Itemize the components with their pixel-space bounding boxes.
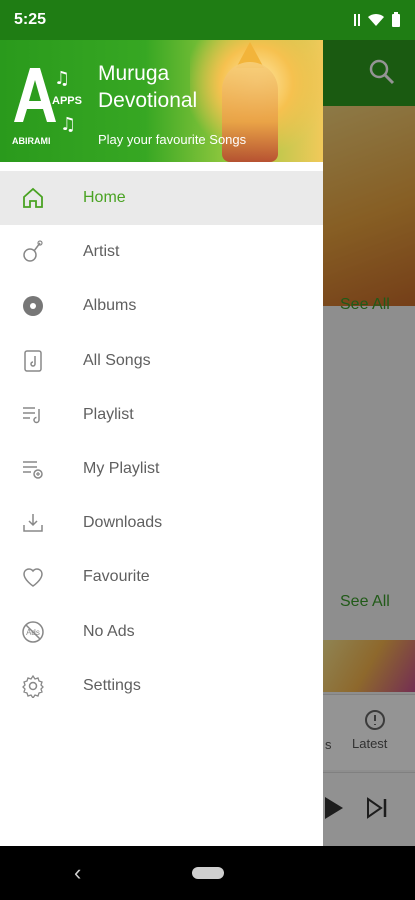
drawer-item-no-ads[interactable]: Ads No Ads (0, 605, 323, 659)
drawer-item-my-playlist[interactable]: My Playlist (0, 442, 323, 496)
drawer-item-label: Artist (83, 243, 120, 261)
drawer-item-favourite[interactable]: Favourite (0, 550, 323, 604)
system-icons (353, 12, 401, 28)
drawer-item-label: Albums (83, 297, 137, 315)
drawer-item-home[interactable]: Home (0, 171, 323, 226)
app-title: Muruga Devotional (98, 62, 198, 112)
artist-icon (20, 239, 46, 265)
download-icon (20, 510, 46, 536)
drawer-item-label: My Playlist (83, 460, 160, 478)
data-arrows-icon (354, 14, 360, 26)
drawer-item-label: No Ads (83, 622, 135, 640)
status-bar: 5:25 (0, 0, 415, 40)
logo-text-bottom: ABIRAMI (12, 136, 51, 146)
song-icon (20, 348, 46, 374)
svg-text:♫: ♫ (60, 114, 76, 135)
drawer-item-all-songs[interactable]: All Songs (0, 334, 323, 388)
wifi-icon (368, 13, 384, 26)
drawer-menu: Home Artist Albums All Songs Playlist My… (0, 171, 323, 713)
drawer-header: ABIRAMI APPS ♫ ♫ Muruga Devotional Play … (0, 40, 323, 162)
back-icon[interactable]: ‹ (74, 860, 81, 886)
svg-text:♫: ♫ (54, 68, 70, 89)
home-icon (20, 185, 46, 211)
app-subtitle: Play your favourite Songs (98, 132, 247, 147)
status-time: 5:25 (14, 11, 47, 28)
drawer-item-label: Playlist (83, 405, 134, 423)
no-ads-icon: Ads (20, 619, 46, 645)
home-pill-button[interactable] (192, 867, 224, 879)
drawer-item-downloads[interactable]: Downloads (0, 496, 323, 550)
drawer-item-settings[interactable]: Settings (0, 659, 323, 713)
playlist-icon (20, 402, 46, 428)
drawer-item-label: Settings (83, 676, 141, 694)
navigation-drawer: ABIRAMI APPS ♫ ♫ Muruga Devotional Play … (0, 40, 323, 846)
logo-text-top: APPS (52, 95, 82, 107)
system-nav-bar: ‹ (0, 846, 415, 900)
drawer-item-label: Favourite (83, 568, 150, 586)
drawer-item-albums[interactable]: Albums (0, 279, 323, 333)
drawer-item-label: Downloads (83, 514, 163, 532)
drawer-item-label: Home (83, 189, 126, 207)
gear-icon (20, 673, 46, 699)
album-icon (20, 293, 46, 319)
drawer-item-playlist[interactable]: Playlist (0, 388, 323, 442)
my-playlist-icon (20, 456, 46, 482)
battery-icon (392, 12, 400, 27)
drawer-item-artist[interactable]: Artist (0, 225, 323, 279)
app-logo: ABIRAMI APPS ♫ ♫ (12, 68, 82, 146)
drawer-item-label: All Songs (83, 351, 151, 369)
heart-icon (20, 564, 46, 590)
